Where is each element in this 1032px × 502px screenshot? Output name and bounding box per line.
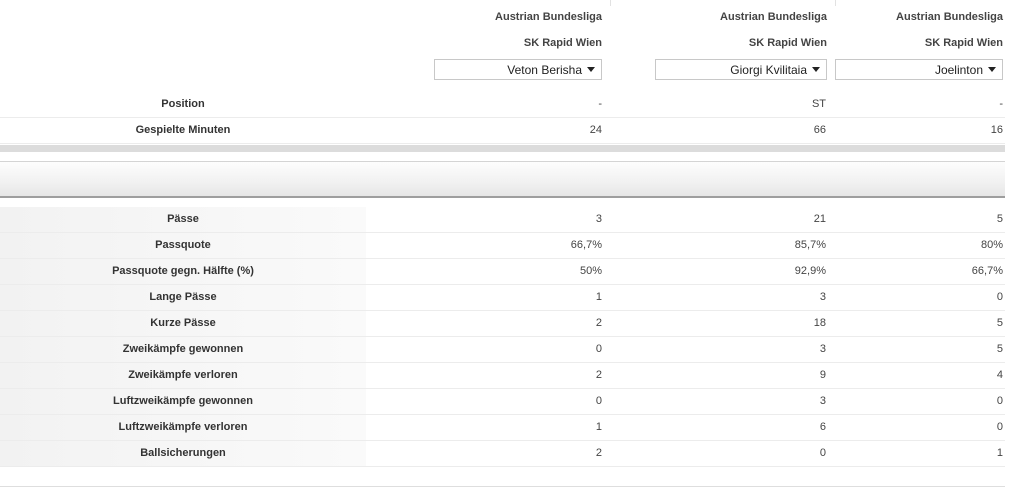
comparison-page: Austrian Bundesliga SK Rapid Wien Veton … (0, 0, 1032, 502)
player-select-2[interactable]: Giorgi Kvilitaia (655, 59, 827, 80)
value-player-1: 3 (595, 213, 602, 225)
value-player-2: 3 (819, 291, 826, 303)
value-player-2: 6 (819, 421, 826, 433)
table-row: Zweikämpfe verloren 2 9 4 (0, 363, 1005, 389)
table-row: Passquote gegn. Hälfte (%) 50% 92,9% 66,… (0, 259, 1005, 285)
row-label: Luftzweikämpfe gewonnen (0, 389, 366, 414)
table-row: Lange Pässe 1 3 0 (0, 285, 1005, 311)
club-label: SK Rapid Wien (748, 37, 827, 49)
value-player-1: 0 (595, 395, 602, 407)
row-label: Pässe (0, 207, 366, 232)
value-player-1: 1 (595, 291, 602, 303)
value-player-2: 18 (813, 317, 826, 329)
chevron-down-icon (988, 67, 996, 72)
value-player-3: 66,7% (971, 265, 1003, 277)
value-player-3: 80% (980, 239, 1003, 251)
value-player-3: 16 (990, 124, 1003, 136)
league-label: Austrian Bundesliga (896, 11, 1003, 23)
value-player-3: - (999, 98, 1003, 110)
club-label: SK Rapid Wien (523, 37, 602, 49)
column-separator (610, 0, 611, 6)
row-label: Luftzweikämpfe verloren (0, 415, 366, 440)
player-select-value: Veton Berisha (507, 62, 582, 77)
value-player-1: 66,7% (570, 239, 602, 251)
row-label: Passquote (0, 233, 366, 258)
table-bottom-border (0, 486, 1005, 487)
value-player-1: 24 (589, 124, 602, 136)
value-player-3: 0 (996, 421, 1003, 433)
divider-bar (0, 145, 1005, 152)
row-label-position: Position (161, 98, 205, 110)
value-player-2: ST (811, 98, 826, 110)
row-label-minutes: Gespielte Minuten (135, 124, 231, 136)
value-player-3: 5 (996, 317, 1003, 329)
value-player-2: 3 (819, 395, 826, 407)
value-player-1: 1 (595, 421, 602, 433)
value-player-1: - (598, 98, 602, 110)
player-column-header-2: Austrian Bundesliga SK Rapid Wien Giorgi… (655, 0, 830, 92)
row-label: Passquote gegn. Hälfte (%) (0, 259, 366, 284)
player-column-header-1: Austrian Bundesliga SK Rapid Wien Veton … (430, 0, 605, 92)
value-player-2: 66 (813, 124, 826, 136)
value-player-3: 5 (996, 343, 1003, 355)
value-player-1: 2 (595, 317, 602, 329)
value-player-3: 5 (996, 213, 1003, 225)
table-row: Ballsicherungen 2 0 1 (0, 441, 1005, 467)
player-select-1[interactable]: Veton Berisha (434, 59, 602, 80)
table-row: Luftzweikämpfe verloren 1 6 0 (0, 415, 1005, 441)
value-player-2: 21 (813, 213, 826, 225)
chevron-down-icon (812, 67, 820, 72)
value-player-1: 2 (595, 369, 602, 381)
league-label: Austrian Bundesliga (720, 11, 827, 23)
table-row: Luftzweikämpfe gewonnen 0 3 0 (0, 389, 1005, 415)
table-row: Kurze Pässe 2 18 5 (0, 311, 1005, 337)
table-row: Position - ST - (0, 92, 1005, 118)
player-select-3[interactable]: Joelinton (835, 59, 1003, 80)
value-player-2: 9 (819, 369, 826, 381)
row-label: Lange Pässe (0, 285, 366, 310)
value-player-3: 0 (996, 395, 1003, 407)
table-row: Passquote 66,7% 85,7% 80% (0, 233, 1005, 259)
row-label: Zweikämpfe gewonnen (0, 337, 366, 362)
club-label: SK Rapid Wien (924, 37, 1003, 49)
row-label: Zweikämpfe verloren (0, 363, 366, 388)
table-row: Gespielte Minuten 24 66 16 (0, 118, 1005, 144)
value-player-1: 2 (595, 447, 602, 459)
league-label: Austrian Bundesliga (495, 11, 602, 23)
value-player-3: 4 (996, 369, 1003, 381)
value-player-2: 3 (819, 343, 826, 355)
player-column-header-3: Austrian Bundesliga SK Rapid Wien Joelin… (834, 0, 1006, 92)
value-player-2: 0 (819, 447, 826, 459)
value-player-3: 0 (996, 291, 1003, 303)
table-row: Zweikämpfe gewonnen 0 3 5 (0, 337, 1005, 363)
value-player-1: 0 (595, 343, 602, 355)
section-header-band (0, 161, 1005, 198)
chevron-down-icon (587, 67, 595, 72)
value-player-3: 1 (996, 447, 1003, 459)
value-player-1: 50% (579, 265, 602, 277)
table-row: Pässe 3 21 5 (0, 207, 1005, 233)
value-player-2: 92,9% (794, 265, 826, 277)
row-label: Ballsicherungen (0, 441, 366, 466)
player-select-value: Giorgi Kvilitaia (730, 62, 807, 77)
value-player-2: 85,7% (794, 239, 826, 251)
player-select-value: Joelinton (934, 62, 983, 77)
row-label: Kurze Pässe (0, 311, 366, 336)
